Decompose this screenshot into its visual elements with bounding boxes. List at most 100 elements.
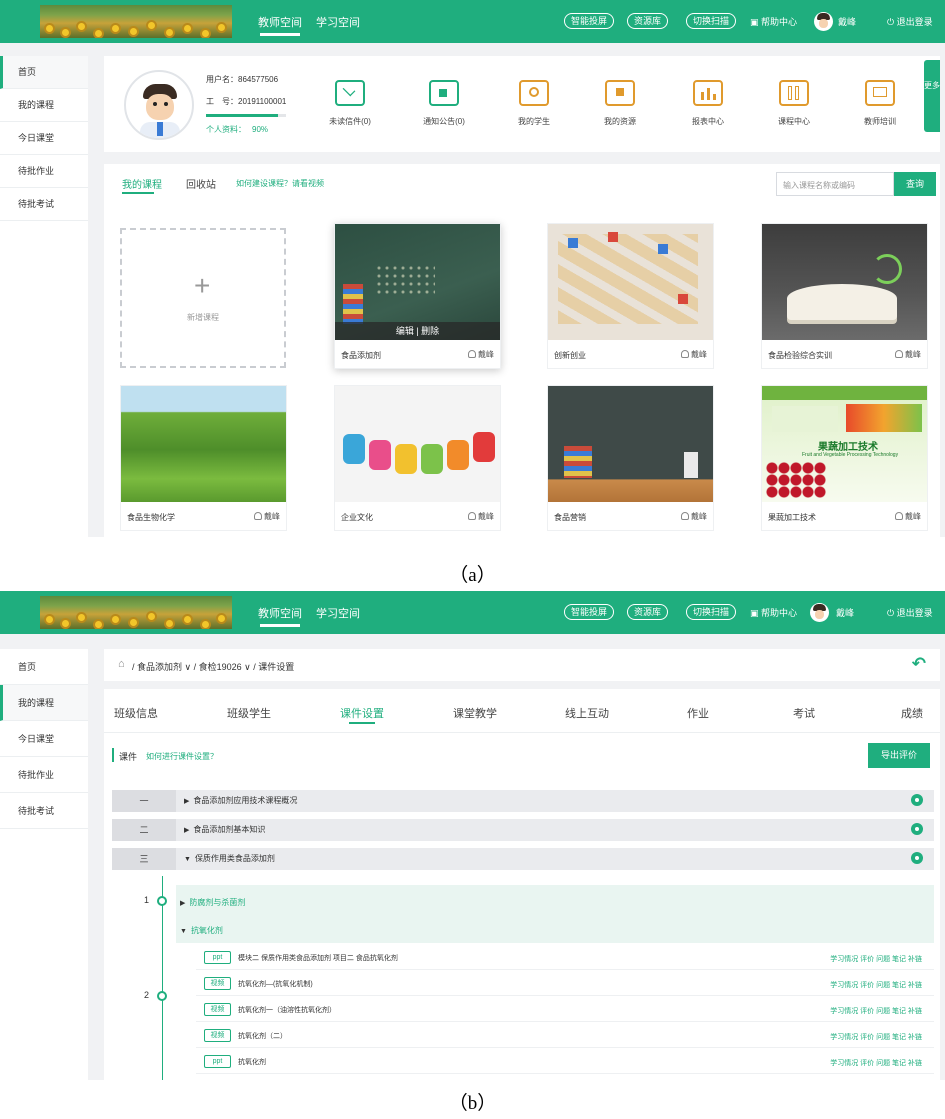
resource-actions[interactable]: 学习情况 评价 问题 笔记 补链 xyxy=(830,1006,922,1016)
add-course-card[interactable]: + 新增课程 xyxy=(120,228,286,368)
how-to-build-course-link[interactable]: 如何建设课程？请看视频 xyxy=(236,178,324,189)
sidebar-item-my-courses[interactable]: 我的课程 xyxy=(0,685,88,721)
help-center-link[interactable]: ▣ 帮助中心 xyxy=(750,606,797,619)
tab-grades[interactable]: 成绩 xyxy=(901,705,923,721)
sunflower-banner-logo xyxy=(40,596,232,629)
sidebar-item-home[interactable]: 首页 xyxy=(0,56,88,89)
resource-actions[interactable]: 学习情况 评价 问题 笔记 补链 xyxy=(830,954,922,964)
tab-class-info[interactable]: 班级信息 xyxy=(114,705,158,721)
feature-my-resources[interactable]: 我的资源 xyxy=(588,80,652,127)
help-center-label: 帮助中心 xyxy=(761,608,798,618)
breadcrumb[interactable]: / 食品添加剂 ∨ / 食检19026 ∨ / 课件设置 xyxy=(132,660,294,673)
course-card[interactable]: 食品营销 戴峰 xyxy=(547,385,714,531)
lesson-title[interactable]: ▼ 抗氧化剂 xyxy=(180,925,223,936)
chapter-row[interactable]: 一 ▶ 食品添加剂应用技术课程概况 xyxy=(112,790,934,812)
nav-learning-space[interactable]: 学习空间 xyxy=(316,14,360,30)
sidebar-item-today-class[interactable]: 今日课堂 xyxy=(0,721,88,757)
gear-icon[interactable] xyxy=(911,852,923,864)
profile-card: 用户名：864577506 工 号：20191100001 个人资料： 90% 未… xyxy=(104,56,940,152)
feature-report-center[interactable]: 报表中心 xyxy=(676,80,740,127)
nav-learning-space[interactable]: 学习空间 xyxy=(316,605,360,621)
profile-completeness[interactable]: 个人资料： 90% xyxy=(206,124,268,135)
logout-link[interactable]: ⏻ 退出登录 xyxy=(887,15,933,28)
gear-icon[interactable] xyxy=(911,823,923,835)
resource-title[interactable]: 抗氧化剂—(抗氧化机制) xyxy=(238,979,313,989)
feature-course-center[interactable]: 课程中心 xyxy=(762,80,826,127)
course-edit-delete-overlay[interactable]: 编辑 | 删除 xyxy=(335,322,500,340)
sidebar-item-home[interactable]: 首页 xyxy=(0,649,88,685)
switch-scan-button[interactable]: 切换扫描 xyxy=(686,13,737,29)
tab-classroom-teaching[interactable]: 课堂教学 xyxy=(453,705,497,721)
resource-library-button[interactable]: 资源库 xyxy=(627,13,669,29)
course-search-input[interactable]: 输入课程名称或编码 xyxy=(776,172,894,196)
more-features-button[interactable]: 更多 xyxy=(924,60,940,132)
smart-cast-button[interactable]: 智能投屏 xyxy=(564,604,615,620)
gear-icon[interactable] xyxy=(911,794,923,806)
tab-homework[interactable]: 作业 xyxy=(687,705,709,721)
resource-row[interactable]: ppt 模块二 保质作用类食品添加剂 项目二 食品抗氧化剂 学习情况 评价 问题 笔… xyxy=(196,946,934,970)
resource-actions[interactable]: 学习情况 评价 问题 笔记 补链 xyxy=(830,1032,922,1042)
course-card[interactable]: 企业文化 戴峰 xyxy=(334,385,501,531)
profile-avatar[interactable] xyxy=(124,70,194,140)
chapter-row[interactable]: 三 ▼ 保质作用类食品添加剂 xyxy=(112,848,934,870)
timeline-node xyxy=(157,896,167,906)
user-avatar[interactable] xyxy=(810,603,829,622)
back-arrow-icon[interactable]: ↶ xyxy=(912,654,926,674)
nav-teacher-space[interactable]: 教师空间 xyxy=(258,14,302,36)
course-card[interactable]: 创新创业 戴峰 xyxy=(547,223,714,369)
help-center-link[interactable]: ▣ 帮助中心 xyxy=(750,15,797,28)
resource-title[interactable]: 抗氧化剂 xyxy=(238,1057,266,1067)
tab-online-interaction[interactable]: 线上互动 xyxy=(565,705,609,721)
resource-row[interactable]: 视频 抗氧化剂一（油溶性抗氧化剂） 学习情况 评价 问题 笔记 补链 xyxy=(196,998,934,1022)
tab-class-students[interactable]: 班级学生 xyxy=(227,705,271,721)
resource-library-button[interactable]: 资源库 xyxy=(627,604,669,620)
search-button[interactable]: 查询 xyxy=(894,172,936,196)
sidebar-item-pending-homework[interactable]: 待批作业 xyxy=(0,757,88,793)
resource-row[interactable]: ppt 抗氧化剂 学习情况 评价 问题 笔记 补链 xyxy=(196,1050,934,1074)
tab-exam[interactable]: 考试 xyxy=(793,705,815,721)
caret-right-icon[interactable]: ▶ xyxy=(184,827,189,834)
home-icon[interactable]: ⌂ xyxy=(118,658,125,670)
sidebar-item-my-courses[interactable]: 我的课程 xyxy=(0,89,88,122)
books-icon xyxy=(779,80,809,106)
resource-row[interactable]: 视频 抗氧化剂（二） 学习情况 评价 问题 笔记 补链 xyxy=(196,1024,934,1048)
feature-notices[interactable]: 通知公告(0) xyxy=(412,80,476,127)
course-owner-name: 戴峰 xyxy=(905,512,921,521)
user-name[interactable]: 戴峰 xyxy=(838,15,856,28)
sidebar-item-pending-exam[interactable]: 待批考试 xyxy=(0,793,88,829)
course-card[interactable]: 编辑 | 删除 食品添加剂 戴峰 xyxy=(334,223,501,369)
sidebar-item-pending-homework[interactable]: 待批作业 xyxy=(0,155,88,188)
resource-row[interactable]: 视频 抗氧化剂—(抗氧化机制) 学习情况 评价 问题 笔记 补链 xyxy=(196,972,934,996)
logout-link[interactable]: ⏻ 退出登录 xyxy=(887,606,933,619)
nav-teacher-space[interactable]: 教师空间 xyxy=(258,605,302,627)
smart-cast-button[interactable]: 智能投屏 xyxy=(564,13,615,29)
course-card[interactable]: 食品生物化学 戴峰 xyxy=(120,385,287,531)
caret-right-icon[interactable]: ▶ xyxy=(184,798,189,805)
course-card[interactable]: 果蔬加工技术 Fruit and Vegetable Processing Te… xyxy=(761,385,928,531)
courseware-help-link[interactable]: 如何进行课件设置？ xyxy=(146,751,218,762)
course-owner-name: 戴峰 xyxy=(905,350,921,359)
resource-actions[interactable]: 学习情况 评价 问题 笔记 补链 xyxy=(830,1058,922,1068)
export-evaluation-button[interactable]: 导出评价 xyxy=(868,743,930,768)
feature-my-students[interactable]: 我的学生 xyxy=(502,80,566,127)
feature-unread-letters[interactable]: 未读信件(0) xyxy=(318,80,382,127)
tab-recycle-bin[interactable]: 回收站 xyxy=(186,176,216,191)
resource-title[interactable]: 模块二 保质作用类食品添加剂 项目二 食品抗氧化剂 xyxy=(238,953,398,963)
sidebar-item-today-class[interactable]: 今日课堂 xyxy=(0,122,88,155)
resource-title[interactable]: 抗氧化剂一（油溶性抗氧化剂） xyxy=(238,1005,336,1015)
caret-down-icon[interactable]: ▼ xyxy=(184,856,191,863)
switch-scan-button[interactable]: 切换扫描 xyxy=(686,604,737,620)
course-cover-chalkboard: 编辑 | 删除 xyxy=(335,224,500,340)
resource-title[interactable]: 抗氧化剂（二） xyxy=(238,1031,287,1041)
tab-my-courses[interactable]: 我的课程 xyxy=(122,176,162,191)
user-name[interactable]: 戴峰 xyxy=(836,606,854,619)
lesson-title[interactable]: ▶ 防腐剂与杀菌剂 xyxy=(180,897,245,908)
user-avatar[interactable] xyxy=(814,12,833,31)
resource-actions[interactable]: 学习情况 评价 问题 笔记 补链 xyxy=(830,980,922,990)
sidebar-item-pending-exam[interactable]: 待批考试 xyxy=(0,188,88,221)
chapter-row[interactable]: 二 ▶ 食品添加剂基本知识 xyxy=(112,819,934,841)
resource-type-tag: ppt xyxy=(204,951,231,964)
course-card[interactable]: 食品检验综合实训 戴峰 xyxy=(761,223,928,369)
tab-courseware-settings[interactable]: 课件设置 xyxy=(340,705,384,721)
feature-teacher-training[interactable]: 教师培训 xyxy=(848,80,912,127)
